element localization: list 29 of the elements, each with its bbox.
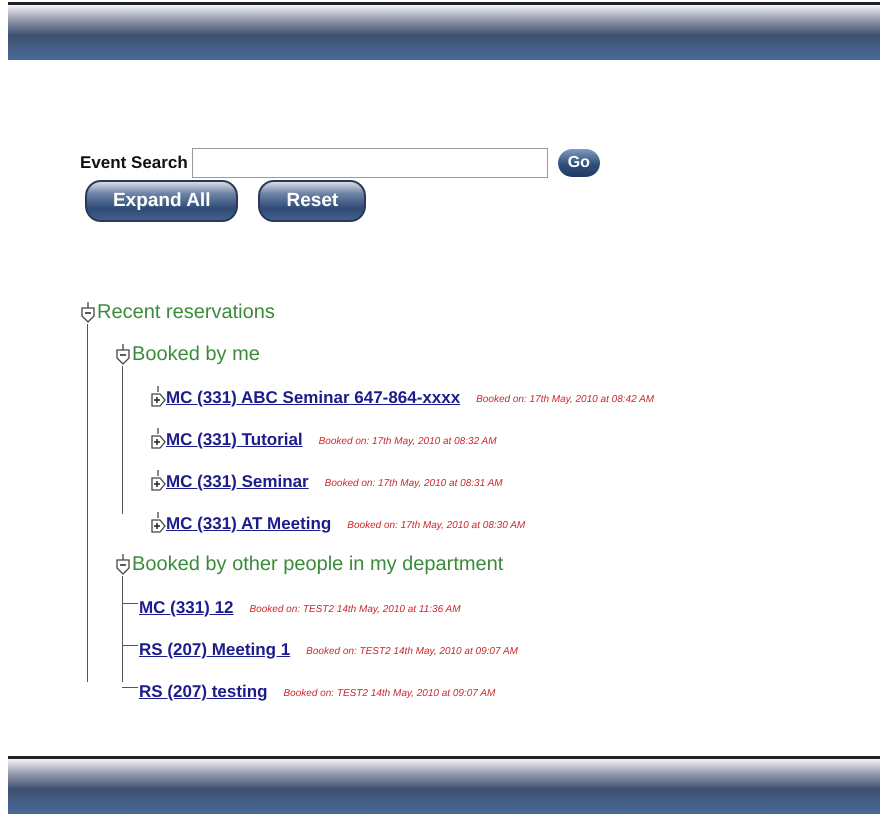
- reservation-link[interactable]: MC (331) AT Meeting: [166, 514, 332, 534]
- booked-on-text: Booked on: 17th May, 2010 at 08:31 AM: [324, 478, 503, 491]
- booked-on-text: Booked on: TEST2 14th May, 2010 at 09:07 AM: [283, 688, 496, 701]
- expand-toggle-icon[interactable]: [150, 428, 166, 450]
- action-button[interactable]: Expand All: [85, 180, 238, 222]
- reservation-link[interactable]: RS (207) testing: [139, 682, 268, 702]
- action-button[interactable]: Reset: [258, 180, 366, 222]
- booked-on-text: Booked on: TEST2 14th May, 2010 at 09:07 AM: [306, 646, 518, 659]
- booked-on-text: Booked on: TEST2 14th May, 2010 at 11:36 AM: [249, 604, 461, 617]
- reservation-link[interactable]: MC (331) Tutorial: [166, 430, 303, 450]
- booked-on-text: Booked on: 17th May, 2010 at 08:42 AM: [476, 394, 654, 407]
- reservation-link[interactable]: MC (331) Seminar: [166, 472, 309, 492]
- reservation-link[interactable]: RS (207) Meeting 1: [139, 640, 290, 660]
- search-label: Event Search: [80, 153, 188, 173]
- collapse-toggle-icon[interactable]: [115, 344, 131, 366]
- expand-toggle-icon[interactable]: [150, 512, 166, 534]
- tree-group-label[interactable]: Booked by other people in my department: [132, 553, 504, 576]
- booked-on-text: Booked on: 17th May, 2010 at 08:30 AM: [347, 520, 526, 533]
- go-button[interactable]: Go: [558, 149, 600, 177]
- reservation-link[interactable]: MC (331) 12: [139, 598, 234, 618]
- collapse-toggle-icon[interactable]: [115, 554, 131, 576]
- tree-group-label[interactable]: Recent reservations: [97, 301, 275, 324]
- expand-toggle-icon[interactable]: [150, 470, 166, 492]
- reservation-link[interactable]: MC (331) ABC Seminar 647-864-xxxx: [166, 388, 460, 408]
- search-field[interactable]: [192, 148, 548, 178]
- tree-group-label[interactable]: Booked by me: [132, 343, 260, 366]
- expand-toggle-icon[interactable]: [150, 386, 166, 408]
- booked-on-text: Booked on: 17th May, 2010 at 08:32 AM: [318, 436, 497, 449]
- collapse-toggle-icon[interactable]: [80, 302, 96, 324]
